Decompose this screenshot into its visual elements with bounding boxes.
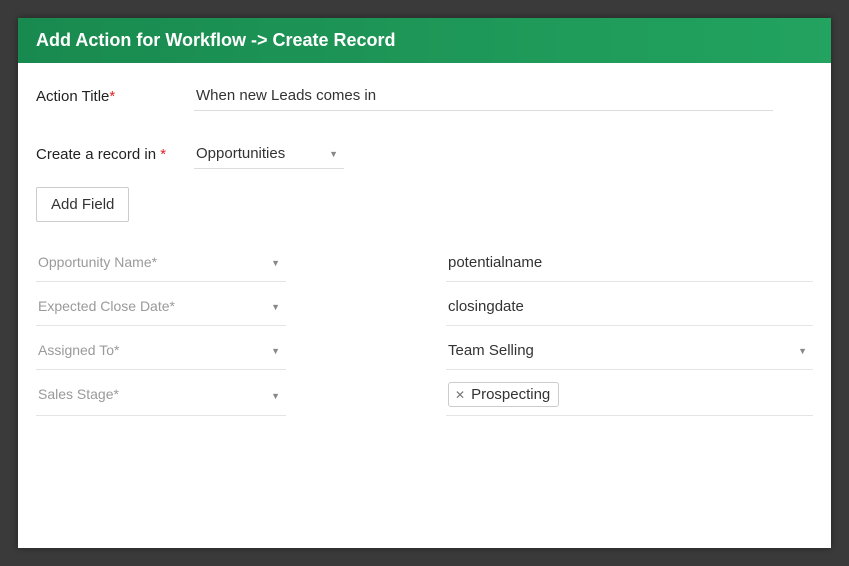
panel-body: Action Title* Create a record in * Oppor… xyxy=(18,63,831,548)
create-record-in-value: Opportunities xyxy=(196,145,285,162)
chevron-down-icon: ▼ xyxy=(271,302,280,312)
create-record-in-select[interactable]: Opportunities ▼ xyxy=(194,139,344,169)
field-name-select[interactable]: Opportunity Name* ▼ xyxy=(36,244,286,282)
field-value-input[interactable]: potentialname xyxy=(446,244,813,282)
field-name-select[interactable]: Assigned To* ▼ xyxy=(36,332,286,370)
required-asterisk: * xyxy=(160,146,166,163)
field-name-value: Expected Close Date* xyxy=(38,298,175,314)
field-name-value: Assigned To* xyxy=(38,342,119,358)
create-record-in-label-text: Create a record in xyxy=(36,146,160,163)
field-name-value: Sales Stage* xyxy=(38,386,119,402)
field-value-tags[interactable]: ✕ Prospecting xyxy=(446,376,813,416)
tag-label: Prospecting xyxy=(471,386,550,403)
chevron-down-icon: ▼ xyxy=(329,149,338,159)
field-value-input[interactable]: closingdate xyxy=(446,288,813,326)
action-title-label-text: Action Title xyxy=(36,88,109,105)
chevron-down-icon: ▼ xyxy=(271,391,280,401)
create-record-in-row: Create a record in * Opportunities ▼ xyxy=(36,139,813,169)
chevron-down-icon: ▼ xyxy=(798,346,807,356)
field-name-value: Opportunity Name* xyxy=(38,254,157,270)
field-mapping-grid: Opportunity Name* ▼ potentialname Expect… xyxy=(36,244,813,416)
add-field-button[interactable]: Add Field xyxy=(36,187,129,222)
tag-prospecting: ✕ Prospecting xyxy=(448,382,559,407)
field-name-select[interactable]: Sales Stage* ▼ xyxy=(36,376,286,416)
chevron-down-icon: ▼ xyxy=(271,258,280,268)
remove-tag-icon[interactable]: ✕ xyxy=(455,389,465,401)
chevron-down-icon: ▼ xyxy=(271,346,280,356)
field-value-select[interactable]: Team Selling ▼ xyxy=(446,332,813,370)
panel-title: Add Action for Workflow -> Create Record xyxy=(18,18,831,63)
workflow-action-panel: Add Action for Workflow -> Create Record… xyxy=(18,18,831,548)
action-title-input[interactable] xyxy=(194,81,773,111)
field-name-select[interactable]: Expected Close Date* ▼ xyxy=(36,288,286,326)
action-title-label: Action Title* xyxy=(36,88,194,105)
action-title-row: Action Title* xyxy=(36,81,813,111)
create-record-in-label: Create a record in * xyxy=(36,146,194,163)
field-value-select-value: Team Selling xyxy=(448,342,534,359)
required-asterisk: * xyxy=(109,88,115,105)
